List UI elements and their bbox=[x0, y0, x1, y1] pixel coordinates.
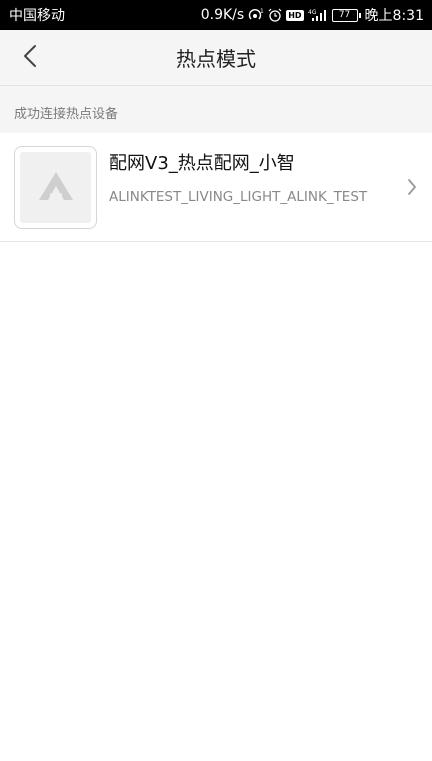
device-list-item[interactable]: 配网V3_热点配网_小智 ALINKTEST_LIVING_LIGHT_ALIN… bbox=[0, 133, 432, 242]
page-title: 热点模式 bbox=[176, 47, 256, 71]
empty-content-area bbox=[0, 242, 432, 761]
alarm-icon bbox=[268, 8, 282, 22]
chevron-right-icon bbox=[404, 177, 420, 197]
svg-text:1: 1 bbox=[260, 8, 264, 15]
network-speed: 0.9K/s bbox=[200, 7, 245, 23]
device-name: 配网V3_热点配网_小智 bbox=[109, 153, 295, 174]
alink-logo-icon bbox=[36, 169, 76, 207]
signal-4g-icon: 4G bbox=[308, 8, 328, 22]
status-bar-right: 0.9K/s 1 HD 4G 77 晚上8:31 bbox=[201, 5, 424, 25]
nav-bar: 热点模式 bbox=[0, 30, 432, 86]
clock: 晚上8:31 bbox=[364, 8, 424, 24]
svg-text:4G: 4G bbox=[308, 9, 317, 16]
status-bar: 中国移动 0.9K/s 1 HD 4G 77 晚上8:31 bbox=[0, 0, 432, 30]
device-thumbnail bbox=[14, 146, 97, 229]
battery-icon: 77 bbox=[331, 8, 361, 22]
device-model: ALINKTEST_LIVING_LIGHT_ALINK_TEST bbox=[109, 189, 368, 205]
section-header: 成功连接热点设备 bbox=[0, 86, 432, 133]
hd-icon: HD bbox=[286, 9, 304, 21]
wifi-hotspot-icon: 1 bbox=[248, 8, 264, 22]
carrier-label: 中国移动 bbox=[9, 8, 65, 24]
